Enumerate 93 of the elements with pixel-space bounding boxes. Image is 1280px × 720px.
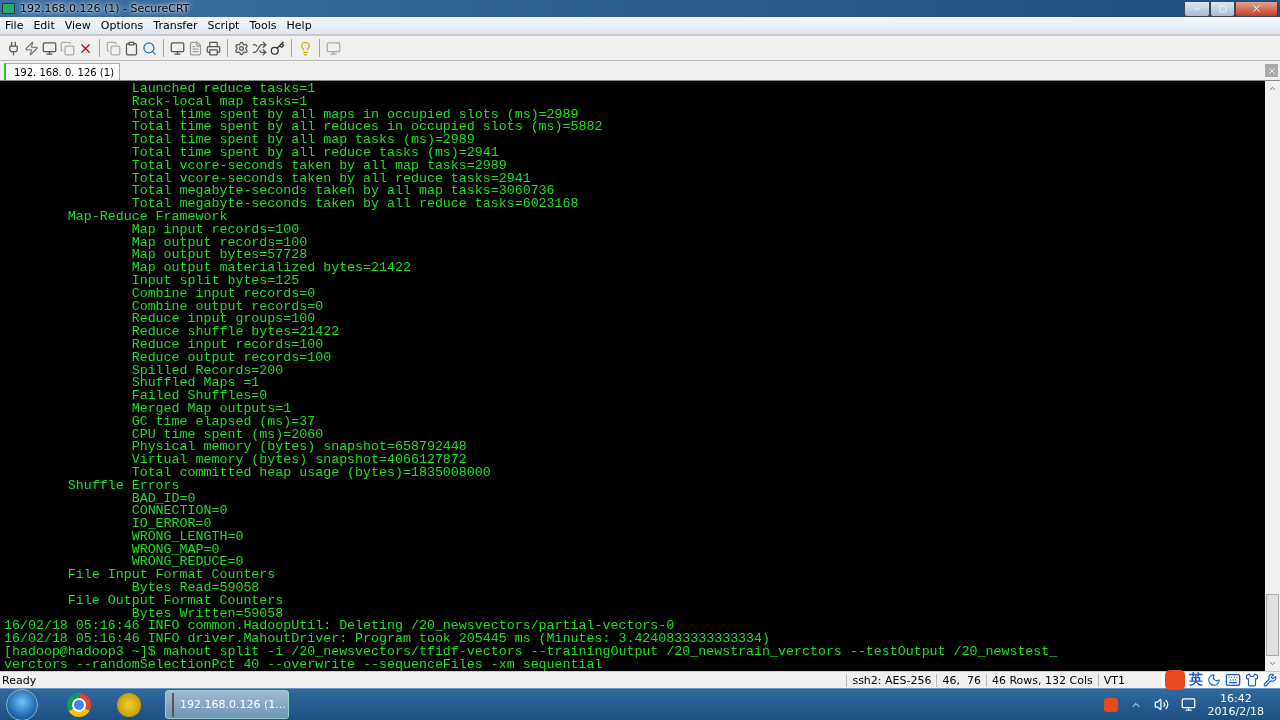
network-icon[interactable] [1180, 697, 1196, 712]
lightning-icon[interactable] [24, 40, 39, 56]
clock-date: 2016/2/18 [1207, 704, 1264, 718]
session-tab[interactable]: 192. 168. 0. 126 (1) [4, 63, 121, 80]
terminal-line: Total vcore-seconds taken by all reduce tasks=2941 [130, 172, 531, 186]
wrench-icon[interactable] [1263, 673, 1277, 687]
shuffle-icon[interactable] [252, 40, 267, 56]
terminal-line: Map output records=100 [130, 236, 309, 250]
menu-item[interactable]: Options [95, 19, 149, 32]
menu-item[interactable]: Script [202, 19, 245, 32]
browser-icon[interactable] [67, 692, 91, 717]
scrollbar[interactable] [1265, 81, 1280, 671]
shirt-icon[interactable] [1245, 673, 1259, 687]
terminal-line: Map output materialized bytes=21422 [130, 262, 412, 275]
status-size: 46 Rows, 132 Cols [985, 673, 1098, 687]
terminal-line: CONNECTION=0 [130, 505, 229, 519]
menu-item[interactable]: Help [281, 19, 317, 32]
terminal-line: WRONG_MAP=0 [130, 543, 220, 557]
key-icon[interactable] [270, 40, 285, 56]
terminal-line: Bytes Read=59058 [131, 582, 260, 595]
terminal-line: Total committed heap usage (bytes)=1835008000 [130, 466, 492, 480]
terminal-line: Total vcore-seconds taken by all map tasks=2989 [130, 159, 508, 173]
close-icon [1251, 3, 1262, 14]
plug-icon[interactable] [6, 40, 21, 56]
monitor-icon[interactable] [42, 40, 57, 56]
restore-icon [1218, 4, 1227, 13]
scroll-thumb[interactable] [1266, 594, 1279, 656]
terminal-line: Combine output records=0 [130, 300, 325, 314]
terminal-line: Bytes Written=59058 [131, 607, 284, 621]
terminal-line: BAD_ID=0 [130, 492, 196, 506]
monitor-icon[interactable] [170, 40, 185, 56]
terminal-line: verctors --randomSelectionPct 40 --overwrite --sequenceFiles -xm sequential [4, 658, 603, 671]
terminal-line: Reduce output records=100 [130, 351, 333, 365]
terminal-line: Map-Reduce Framework [66, 210, 228, 224]
terminal-line: Virtual memory (bytes) snapshot=4066127872 [130, 454, 467, 467]
close-icon [1266, 65, 1277, 76]
terminal-line: Total megabyte-seconds taken by all map tasks=3060736 [130, 185, 555, 199]
scroll-down-icon[interactable] [1268, 659, 1277, 668]
moon-icon[interactable] [1207, 673, 1221, 687]
clock-time: 16:42 [1219, 691, 1252, 705]
menu-item[interactable]: Transfer [148, 19, 203, 32]
printer-icon[interactable] [206, 40, 221, 56]
terminal-line: [hadoop@hadoop3 ~]$ mahout split -i /20_newsvectors/tfidf-vectors --trainingOutput /20_newstrain_verctors --testOutput /20_newstest_ [4, 646, 1059, 659]
status-cipher: ssh2: AES-256 [846, 673, 937, 687]
speaker-icon[interactable] [1153, 697, 1169, 712]
terminal-line: WRONG_REDUCE=0 [131, 556, 244, 570]
terminal-line: File Output Format Counters [66, 594, 285, 608]
minimize-button[interactable] [1184, 0, 1210, 17]
terminal-line: Shuffle Errors [66, 479, 181, 493]
settings-icon[interactable] [234, 40, 249, 56]
terminal-line: Spilled Records=200 [130, 364, 285, 378]
terminal-line: Merged Map outputs=1 [130, 402, 293, 416]
terminal-line: Map input records=100 [131, 223, 301, 237]
terminal-line: Reduce input records=100 [130, 338, 324, 352]
terminal-line: Total time spent by all map tasks (ms)=2989 [130, 134, 475, 147]
terminal-line: CPU time spent (ms)=2060 [130, 428, 324, 442]
editor-icon[interactable] [117, 692, 141, 717]
terminal-line: GC time elapsed (ms)=37 [130, 415, 317, 429]
restore-button[interactable] [1210, 0, 1235, 17]
terminal-line: Map output bytes=57728 [130, 249, 308, 263]
terminal-line: WRONG_LENGTH=0 [130, 530, 245, 544]
terminal-line: IO_ERROR=0 [130, 518, 212, 531]
terminal-line: Reduce shuffle bytes=21422 [130, 326, 341, 339]
terminal-line: Total time spent by all reduces in occupied slots (ms)=5882 [130, 121, 604, 135]
terminal-line: 16/02/18 05:16:46 INFO driver.MahoutDriver: Program took 205445 ms (Minutes: 3.4240833333333334) [4, 633, 771, 647]
status-emulation: VT1 [1097, 673, 1130, 687]
start-button[interactable] [6, 688, 38, 720]
terminal-line: Shuffled Maps =1 [130, 377, 260, 391]
terminal-line: Combine input records=0 [130, 287, 317, 301]
ime-language[interactable]: 英 [1189, 671, 1203, 689]
menu-item[interactable]: View [59, 19, 96, 32]
terminal-line: Total megabyte-seconds taken by all reduce tasks=6023168 [131, 198, 580, 211]
terminal-line: File Input Format Counters [66, 569, 277, 583]
close-button[interactable] [1235, 0, 1278, 17]
terminal-line: Failed Shuffles=0 [130, 390, 268, 403]
status-message: Ready [1, 673, 37, 687]
menu-item[interactable]: Edit [28, 19, 60, 32]
terminal-line: Total time spent by all maps in occupied slots (ms)=2989 [130, 108, 579, 122]
terminal-line: Reduce input groups=100 [130, 313, 316, 327]
menu-item[interactable]: Tools [244, 19, 282, 32]
terminal-line: Total time spent by all reduce tasks (ms)=2941 [130, 147, 500, 160]
search-icon[interactable] [142, 40, 157, 56]
terminal-line: 16/02/18 05:16:46 INFO common.HadoopUtil: Deleting /20_newsvectors/partial-vectors-0 [4, 620, 675, 634]
terminal-line: Physical memory (bytes) snapshot=658792448 [130, 441, 468, 455]
status-position: 46, 76 [936, 673, 986, 687]
clipboard-icon[interactable] [124, 40, 139, 56]
window-title: 192.168.0.126 (1) - SecureCRT [19, 2, 191, 15]
terminal-line: Rack-local map tasks=1 [130, 95, 309, 109]
keyboard-icon[interactable] [1225, 672, 1241, 688]
scroll-up-icon[interactable] [1268, 84, 1277, 93]
terminal-line: Input split bytes=125 [130, 274, 301, 288]
terminal-line: Launched reduce tasks=1 [130, 83, 317, 96]
menu-item[interactable]: File [0, 19, 29, 32]
